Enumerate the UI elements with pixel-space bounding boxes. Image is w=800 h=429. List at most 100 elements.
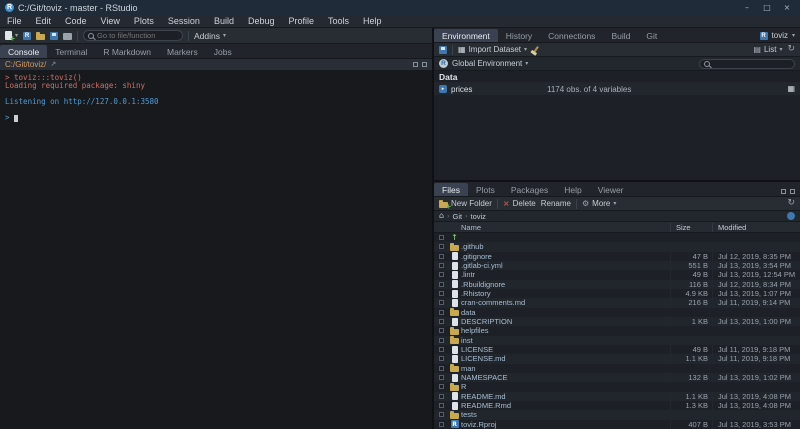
file-row[interactable]: README.Rmd 1.3 KB Jul 13, 2019, 4:08 PM	[434, 401, 800, 410]
file-name[interactable]: R	[461, 382, 670, 391]
refresh-icon[interactable]: ↻	[787, 199, 795, 208]
file-name[interactable]: LICENSE	[461, 345, 670, 354]
file-name[interactable]: LICENSE.md	[461, 354, 670, 363]
pane-maximize-button[interactable]	[422, 62, 427, 67]
view-data-grid-icon[interactable]: ▦	[787, 85, 795, 93]
console-output[interactable]: > toviz:::toviz() Loading required packa…	[0, 71, 432, 429]
file-name[interactable]: cran-comments.md	[461, 298, 670, 307]
file-row[interactable]: .gitlab-ci.yml 551 B Jul 13, 2019, 3:54 …	[434, 261, 800, 270]
file-name[interactable]: README.md	[461, 392, 670, 401]
file-checkbox[interactable]	[439, 291, 444, 296]
file-row[interactable]: LICENSE 49 B Jul 11, 2019, 9:18 PM	[434, 345, 800, 354]
column-header-modified[interactable]: Modified	[712, 223, 800, 232]
file-checkbox[interactable]	[439, 328, 444, 333]
menu-item[interactable]: Profile	[282, 15, 322, 27]
file-checkbox[interactable]	[439, 347, 444, 352]
file-row[interactable]: .Rbuildignore 116 B Jul 12, 2019, 8:34 P…	[434, 280, 800, 289]
file-checkbox[interactable]	[439, 338, 444, 343]
file-checkbox[interactable]	[439, 244, 444, 249]
file-row[interactable]: LICENSE.md 1.1 KB Jul 11, 2019, 9:18 PM	[434, 354, 800, 363]
column-header-size[interactable]: Size	[670, 223, 712, 232]
file-row[interactable]	[434, 233, 800, 242]
menu-item[interactable]: Build	[207, 15, 241, 27]
menu-item[interactable]: Plots	[127, 15, 161, 27]
file-row[interactable]: data	[434, 308, 800, 317]
file-name[interactable]: toviz.Rproj	[461, 420, 670, 429]
goto-file-input[interactable]	[97, 31, 178, 40]
file-checkbox[interactable]	[439, 310, 444, 315]
delete-button[interactable]: × Delete	[503, 199, 536, 208]
new-project-button[interactable]: R	[23, 32, 31, 40]
import-dataset-button[interactable]: ▦ Import Dataset ▾	[458, 45, 527, 54]
menu-item[interactable]: Help	[356, 15, 389, 27]
files-tab[interactable]: Help	[556, 183, 589, 196]
files-tab[interactable]: Viewer	[590, 183, 632, 196]
file-row[interactable]: cran-comments.md 216 B Jul 11, 2019, 9:1…	[434, 298, 800, 307]
file-name[interactable]: tests	[461, 410, 670, 419]
file-row[interactable]: NAMESPACE 132 B Jul 13, 2019, 1:02 PM	[434, 373, 800, 382]
file-row[interactable]: inst	[434, 336, 800, 345]
console-tab[interactable]: Markers	[159, 45, 206, 58]
file-checkbox[interactable]	[439, 282, 444, 287]
menu-item[interactable]: View	[94, 15, 127, 27]
menu-item[interactable]: Tools	[321, 15, 356, 27]
environment-tab[interactable]: Git	[638, 29, 665, 42]
menu-item[interactable]: File	[0, 15, 29, 27]
menu-item[interactable]: Debug	[241, 15, 282, 27]
files-tab[interactable]: Files	[434, 183, 468, 196]
file-checkbox[interactable]	[439, 254, 444, 259]
console-tab[interactable]: R Markdown	[95, 45, 159, 58]
file-checkbox[interactable]	[439, 375, 444, 380]
file-row[interactable]: man	[434, 364, 800, 373]
files-tab[interactable]: Plots	[468, 183, 503, 196]
new-file-button[interactable]: ▾	[5, 31, 18, 40]
pane-minimize-button[interactable]	[413, 62, 418, 67]
addins-button[interactable]: Addins▾	[194, 31, 226, 41]
console-tab[interactable]: Console	[0, 45, 47, 58]
file-name[interactable]: README.Rmd	[461, 401, 670, 410]
file-row[interactable]: tests	[434, 410, 800, 419]
column-header-name[interactable]: Name	[461, 223, 670, 232]
file-name[interactable]: helpfiles	[461, 326, 670, 335]
save-workspace-button[interactable]	[439, 46, 447, 54]
console-working-directory[interactable]: C:/Git/toviz/	[5, 60, 46, 69]
file-name[interactable]: .Rhistory	[461, 289, 670, 298]
file-checkbox[interactable]	[439, 272, 444, 277]
file-checkbox[interactable]	[439, 366, 444, 371]
file-name[interactable]: .github	[461, 242, 670, 251]
save-button[interactable]	[50, 32, 58, 40]
rename-button[interactable]: Rename	[541, 199, 571, 208]
environment-tab[interactable]: Connections	[540, 29, 603, 42]
file-checkbox[interactable]	[439, 263, 444, 268]
file-name[interactable]: data	[461, 308, 670, 317]
file-row[interactable]: .gitignore 47 B Jul 12, 2019, 8:35 PM	[434, 252, 800, 261]
more-button[interactable]: ⚙ More ▾	[582, 199, 616, 208]
file-checkbox[interactable]	[439, 319, 444, 324]
open-in-explorer-icon[interactable]: ↗	[50, 61, 56, 68]
environment-view-button[interactable]: ▤ List ▾	[753, 45, 782, 54]
file-checkbox[interactable]	[439, 412, 444, 417]
menu-item[interactable]: Code	[58, 15, 94, 27]
file-name[interactable]: NAMESPACE	[461, 373, 670, 382]
breadcrumb-segment[interactable]: › Git	[447, 212, 462, 221]
clear-workspace-button[interactable]	[532, 46, 540, 53]
environment-scope-dropdown[interactable]: Global Environment ▾	[452, 59, 528, 68]
menu-item[interactable]: Edit	[29, 15, 59, 27]
file-row[interactable]: toviz.Rproj 407 B Jul 13, 2019, 3:53 PM	[434, 420, 800, 429]
window-close-button[interactable]: ×	[779, 3, 795, 12]
home-icon[interactable]: ⌂	[439, 212, 444, 220]
window-maximize-button[interactable]: □	[759, 3, 775, 12]
file-row[interactable]: README.md 1.1 KB Jul 13, 2019, 4:08 PM	[434, 392, 800, 401]
file-name[interactable]: inst	[461, 336, 670, 345]
file-name[interactable]: .gitignore	[461, 252, 670, 261]
file-name[interactable]: man	[461, 364, 670, 373]
console-tab[interactable]: Terminal	[47, 45, 95, 58]
files-tab[interactable]: Packages	[503, 183, 556, 196]
file-row[interactable]: R	[434, 382, 800, 391]
pane-minimize-button[interactable]	[781, 189, 786, 194]
file-row[interactable]: DESCRIPTION 1 KB Jul 13, 2019, 1:00 PM	[434, 317, 800, 326]
environment-tab[interactable]: Environment	[434, 29, 498, 42]
environment-search-input[interactable]	[713, 60, 790, 67]
file-row[interactable]: .Rhistory 4.9 KB Jul 13, 2019, 1:07 PM	[434, 289, 800, 298]
menu-item[interactable]: Session	[161, 15, 207, 27]
